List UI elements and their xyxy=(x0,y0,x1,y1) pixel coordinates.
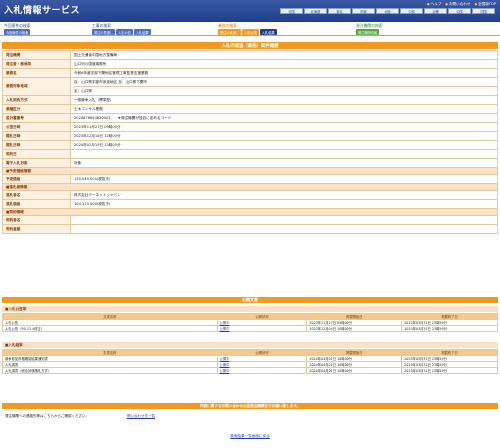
results-section-label: ■入札結果 xyxy=(2,342,498,348)
region-tab[interactable]: 全国 xyxy=(280,8,303,14)
field-label: 設計書番号 xyxy=(2,113,71,123)
notice-doc-table: 文書名称 公開状況 掲載開始日 掲載終了日 入札公告 公開中 2023年11月2… xyxy=(2,313,498,332)
field-value: 2024年02月19日 13時00分 xyxy=(70,140,498,150)
field-label: 落札者名 xyxy=(2,190,71,200)
site-header: 入札情報サービス ヘルプ お問い合わせ 全国版TOP 全国 北海道 東北 関東 … xyxy=(0,0,500,22)
field-value: 対象 xyxy=(70,158,498,168)
field-value: 国土交通省中国地方整備局 xyxy=(70,50,498,60)
field-label: 開札日時 xyxy=(2,131,71,141)
detail-table: 発注機関 国土交通省中国地方整備局 発注者・部局等 山口河川国道事務所 業務名 令和6… xyxy=(2,50,498,234)
doc-name: 入札調書（総合評価落札方式） xyxy=(2,367,218,374)
doc-start: 2023年12月04日 10時00分 xyxy=(306,325,403,332)
nav-group-construction: 工事の検索 発注の見通し 入札公告 入札結果 xyxy=(92,23,151,35)
nav-button[interactable]: 入札結果 xyxy=(133,29,151,35)
section-contract: ■契約情報 xyxy=(2,208,498,216)
nav-button[interactable]: 発注機関情報 xyxy=(356,29,380,35)
doc-status-link[interactable]: 公開中 xyxy=(216,367,308,374)
field-value: 130,040,000(税抜き) xyxy=(70,174,498,184)
region-tab[interactable]: 北陸 xyxy=(376,8,399,14)
doc-status-link[interactable]: 公開中 xyxy=(216,325,308,332)
contact-link[interactable]: お問い合わせ xyxy=(445,2,471,7)
field-value xyxy=(70,149,498,159)
field-label: 公告日時 xyxy=(2,122,71,132)
field-label: 落札価格 xyxy=(2,199,71,209)
documents-title: 公開文書 xyxy=(2,297,498,303)
field-label: 契約日 xyxy=(2,149,71,159)
field-value: 一般競争入札（標準型） xyxy=(70,95,498,105)
region-tab[interactable]: 四国 xyxy=(472,8,495,14)
nav-group-agency: 発注機関の検索 発注機関情報 xyxy=(356,23,383,35)
region-tab[interactable]: 東北 xyxy=(328,8,351,14)
field-value: 自：山口県宇部市床波地区 至：山口県下関市 至：山口県 xyxy=(70,77,498,96)
nav-button[interactable]: 入札公告 xyxy=(116,29,133,35)
field-value: 土木コンサル業務 xyxy=(70,104,498,114)
field-label: 契約金額 xyxy=(2,224,71,234)
nav-button[interactable]: 発注の見通し xyxy=(92,29,116,35)
field-value: 104,310,000(税抜き) xyxy=(70,199,498,209)
nav-button[interactable]: 今回案件の検索 xyxy=(4,29,31,35)
notice-section-label: ■入札公告等 xyxy=(2,306,498,312)
field-label: 契約者名 xyxy=(2,215,71,225)
nav-button[interactable]: 入札公告 xyxy=(242,29,259,35)
field-value: 山口河川国道事務所 xyxy=(70,59,498,69)
field-label: 発注機関 xyxy=(2,50,71,60)
field-value: 2023年12月18日 12時00分 xyxy=(70,131,498,141)
doc-start: 2024年04月01日 10時00分 xyxy=(306,367,403,374)
nav-button[interactable]: 発注の見通し xyxy=(218,29,242,35)
page-title: 入札の経過（業務）案件概要 xyxy=(2,42,498,49)
nav-group-label: 業務の検索 xyxy=(218,22,237,28)
section-estimate: ■予定価格情報 xyxy=(2,167,498,175)
header-links: ヘルプ お問い合わせ 全国版TOP xyxy=(427,2,496,7)
doc-name: 入札公告（R5.12.4修正） xyxy=(2,325,218,332)
region-tab[interactable]: 近畿 xyxy=(424,8,447,14)
field-value xyxy=(70,224,498,234)
doc-end: 2025年03月31日 23時59分 xyxy=(401,325,498,332)
inquiry-row: 発注機関への連絡先等はこちらからご確認ください。 問い合わせ先一覧 xyxy=(2,411,498,421)
nav-group-label: 今回案件の検索 xyxy=(4,22,31,28)
nav-group-label: 工事の検索 xyxy=(92,22,111,28)
field-value: 令和6年度宇部下関地区管理工事監督支援業務 xyxy=(70,68,498,78)
region-tabs: 全国 北海道 東北 関東 北陸 中部 近畿 中国 四国 xyxy=(280,8,496,14)
field-value xyxy=(70,215,498,225)
field-label: 業務名 xyxy=(2,68,71,78)
inquiry-title: 内容に関するお問い合わせは各発注機関までお願い致します。 xyxy=(2,403,498,409)
field-label: 電子入札対象 xyxy=(2,158,71,168)
table-row: 入札公告（R5.12.4修正） 公開中 2023年12月04日 10時00分 2… xyxy=(2,325,498,332)
field-label: 開札日時 xyxy=(2,140,71,150)
search-nav: 今回案件の検索 今回案件の検索 工事の検索 発注の見通し 入札公告 入札結果 業… xyxy=(0,22,500,36)
region-to: 至：山口県 xyxy=(74,89,92,93)
back-to-results-link[interactable]: 検索結果一覧画面に戻る xyxy=(0,434,500,439)
help-link[interactable]: ヘルプ xyxy=(427,2,442,7)
field-label: 入札契約方式 xyxy=(2,95,71,105)
region-tab[interactable]: 中部 xyxy=(400,8,423,14)
nav-button-active[interactable]: 入札結果 xyxy=(259,29,277,35)
field-value: 株式会社テーネットジャパン xyxy=(70,190,498,200)
nav-group-current: 今回案件の検索 今回案件の検索 xyxy=(4,23,31,35)
field-label: 発注者・部局等 xyxy=(2,59,71,69)
field-label: 業務対象地域 xyxy=(2,77,71,96)
field-label: 予定価格 xyxy=(2,174,71,184)
results-doc-table: 文書名称 公開状況 掲載開始日 掲載終了日 競争参加資格確認結果通知書 公開中 … xyxy=(2,349,498,374)
nav-group-label: 発注機関の検索 xyxy=(356,22,383,28)
nav-group-services: 業務の検索 発注の見通し 入札公告 入札結果 xyxy=(218,23,277,35)
region-tab[interactable]: 北海道 xyxy=(304,8,327,14)
region-from: 自：山口県宇部市床波地区 至：山口県下関市 xyxy=(74,78,497,87)
inquiry-contact-link[interactable]: 問い合わせ先一覧 xyxy=(127,414,155,419)
inquiry-text: 発注機関への連絡先等はこちらからご確認ください。 xyxy=(5,413,89,418)
region-tab[interactable]: 中国 xyxy=(448,8,471,14)
field-value: 2024876654820003 ★発注機関が独自に定めるコード xyxy=(70,113,498,123)
doc-end: 2025年03月31日 23時59分 xyxy=(401,367,498,374)
table-row: 入札調書（総合評価落札方式） 公開中 2024年04月01日 10時00分 20… xyxy=(2,367,498,374)
section-winner: ■落札者情報 xyxy=(2,183,498,191)
field-label: 業種区分 xyxy=(2,104,71,114)
site-title[interactable]: 入札情報サービス xyxy=(4,3,80,16)
field-value: 2023年11月27日 09時00分 xyxy=(70,122,498,132)
region-tab[interactable]: 関東 xyxy=(352,8,375,14)
national-top-link[interactable]: 全国版TOP xyxy=(474,2,496,7)
